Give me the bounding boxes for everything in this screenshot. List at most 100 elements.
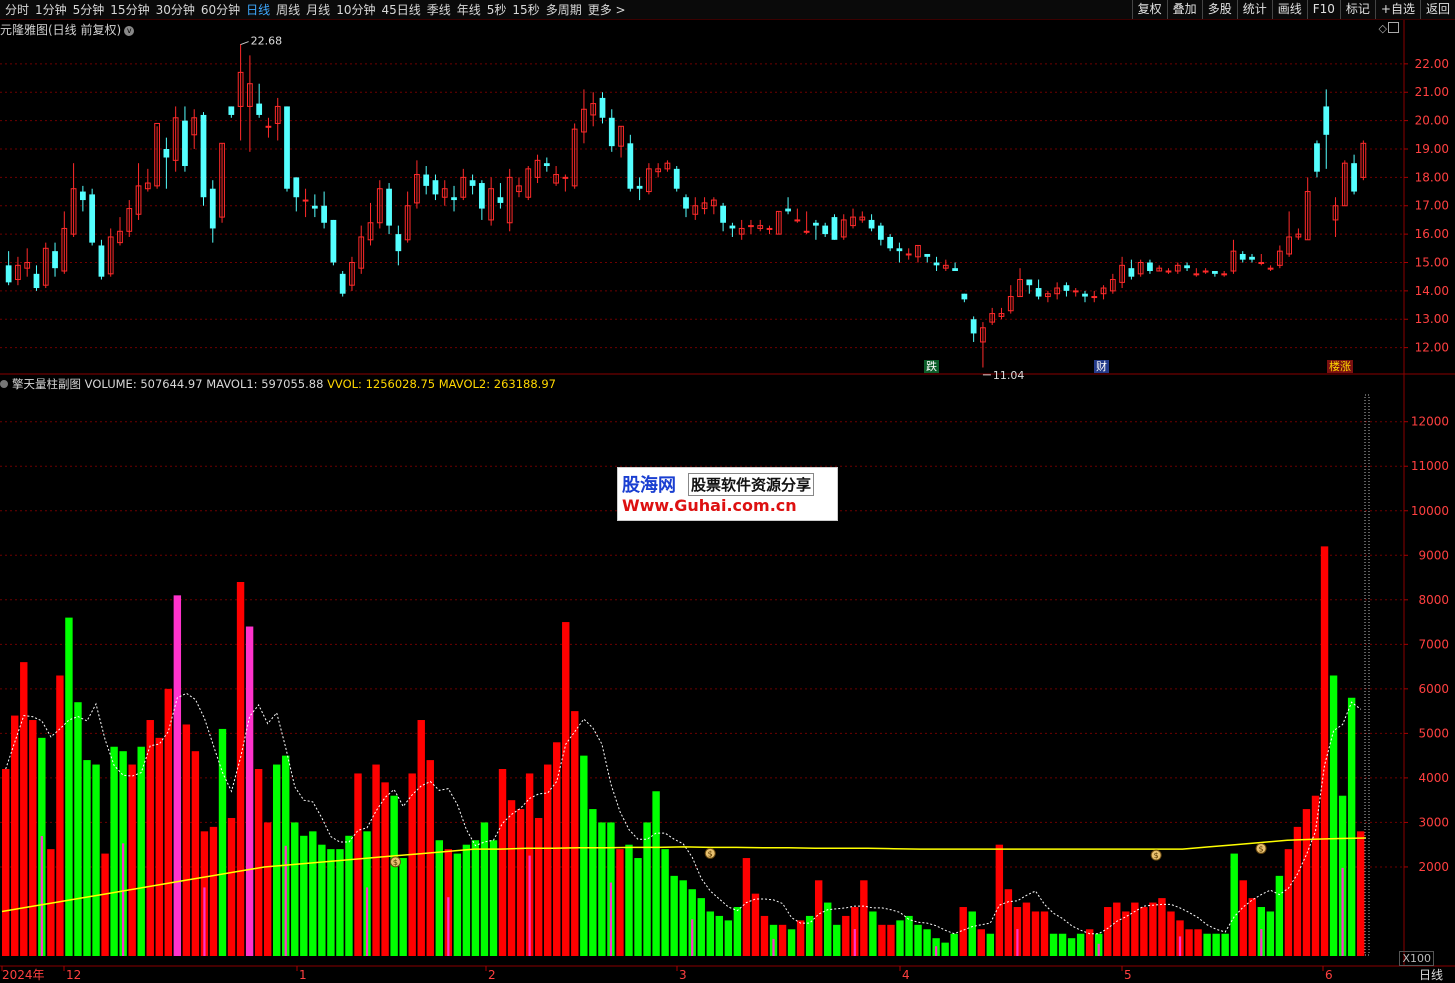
candle-body (599, 97, 606, 118)
x-axis-label: 12 (66, 968, 81, 982)
chevron-down-icon[interactable]: v (124, 26, 135, 36)
candle-body (1221, 273, 1228, 276)
volume-tick-label: 7000 (1418, 637, 1449, 651)
volume-bar (914, 924, 922, 956)
indicator-name[interactable]: 擎天量柱副图 (12, 377, 81, 391)
maximize-icon[interactable] (1388, 22, 1399, 33)
event-tag-finance[interactable]: 财 (1094, 360, 1109, 373)
candle-body (293, 177, 300, 198)
volume-bar (164, 688, 173, 956)
candle-body (887, 236, 894, 249)
event-tag-property[interactable]: 楼涨 (1327, 360, 1353, 373)
candle-body (636, 185, 643, 189)
candle-body (1147, 262, 1153, 272)
volume-bar (209, 826, 218, 956)
volume-bar (408, 773, 416, 956)
x-axis-label: 5 (1124, 968, 1132, 982)
candle-body (339, 273, 346, 294)
volume-bar (218, 728, 227, 956)
price-tick-label: 15.00 (1415, 255, 1449, 269)
volume-bar (1149, 902, 1157, 956)
candle-body (748, 225, 754, 228)
candle-body (284, 106, 290, 189)
event-tag-fall[interactable]: 跌 (924, 360, 939, 373)
candle-body (1323, 106, 1330, 135)
volume-bar (760, 915, 769, 956)
candle-body (1239, 253, 1246, 260)
volume-bar (1049, 933, 1058, 956)
volume-bar (20, 662, 28, 956)
volume-bar (562, 622, 570, 956)
candle-body (1035, 288, 1042, 297)
candle-body (469, 180, 476, 186)
candle-body (961, 293, 968, 300)
candle-body (89, 194, 96, 243)
candle-body (766, 227, 773, 230)
volume-bar (110, 746, 118, 956)
candle-body (321, 205, 327, 223)
volume-bar (462, 844, 471, 956)
volume-overlay-bar (691, 919, 694, 956)
volume-tick-label: 2000 (1418, 860, 1449, 874)
volume-overlay-bar (935, 946, 938, 956)
volume-bar (1311, 795, 1320, 956)
vvol-value: VVOL: 1256028.75 (327, 377, 436, 391)
volume-bar (92, 764, 100, 956)
high-arrow (240, 41, 249, 46)
volume-bar (417, 720, 425, 956)
volume-overlay-bar (203, 887, 206, 956)
volume-bar (1293, 826, 1302, 956)
mavol1-value: MAVOL1: 597055.88 (206, 377, 324, 391)
volume-bar (995, 844, 1004, 956)
candle-body (478, 183, 485, 209)
price-tick-label: 20.00 (1415, 114, 1449, 128)
volume-bar (814, 880, 823, 956)
volume-bar (354, 773, 362, 956)
volume-bar (1203, 933, 1211, 956)
candle-body (98, 245, 105, 277)
volume-bar (1212, 933, 1220, 956)
volume-bar (923, 929, 931, 956)
volume-bar (381, 782, 389, 956)
volume-tick-label: 8000 (1418, 593, 1449, 607)
volume-bar (670, 875, 678, 956)
main-chart-title[interactable]: 元隆雅图(日线 前复权) v (0, 21, 135, 38)
volume-bar (1076, 933, 1085, 956)
volume-overlay-bar (122, 843, 125, 956)
volume-bar (860, 880, 868, 956)
volume-tick-label: 10000 (1411, 504, 1449, 518)
candle-body (497, 197, 504, 203)
diamond-icon[interactable]: ◇ (1379, 22, 1387, 35)
candle-body (1314, 143, 1320, 172)
volume-bar (950, 933, 958, 956)
watermark-slogan: 股票软件资源分享 (688, 473, 815, 496)
volume-unit-label: X100 (1399, 951, 1434, 966)
money-bag-glyph: $ (1154, 851, 1159, 860)
candle-body (302, 199, 309, 202)
volume-bar (336, 849, 344, 956)
volume-bar (435, 840, 443, 956)
volume-bar (263, 822, 272, 956)
high-price-label: 22.68 (251, 35, 283, 48)
volume-bar (1167, 911, 1175, 956)
volume-bar (598, 822, 606, 956)
volume-bar (291, 822, 299, 956)
indicator-icon[interactable] (0, 380, 8, 388)
volume-bar (842, 915, 850, 956)
money-bag-glyph: $ (1259, 844, 1264, 853)
candle-body (868, 219, 875, 229)
volume-bar (679, 880, 687, 956)
period-indicator[interactable]: 日线 (1419, 966, 1443, 983)
volume-overlay-bar (1097, 943, 1100, 956)
volume-bar (896, 920, 904, 956)
volume-bar (1356, 831, 1365, 956)
volume-bar (787, 929, 796, 956)
candle-body (1165, 270, 1172, 273)
volume-bar (1239, 880, 1247, 956)
candle-body (1212, 271, 1218, 274)
candle-body (896, 248, 903, 252)
candle-body (813, 222, 819, 226)
volume-bar (426, 760, 434, 956)
volume-overlay-bar (1260, 929, 1263, 956)
volume-bar (534, 817, 543, 956)
